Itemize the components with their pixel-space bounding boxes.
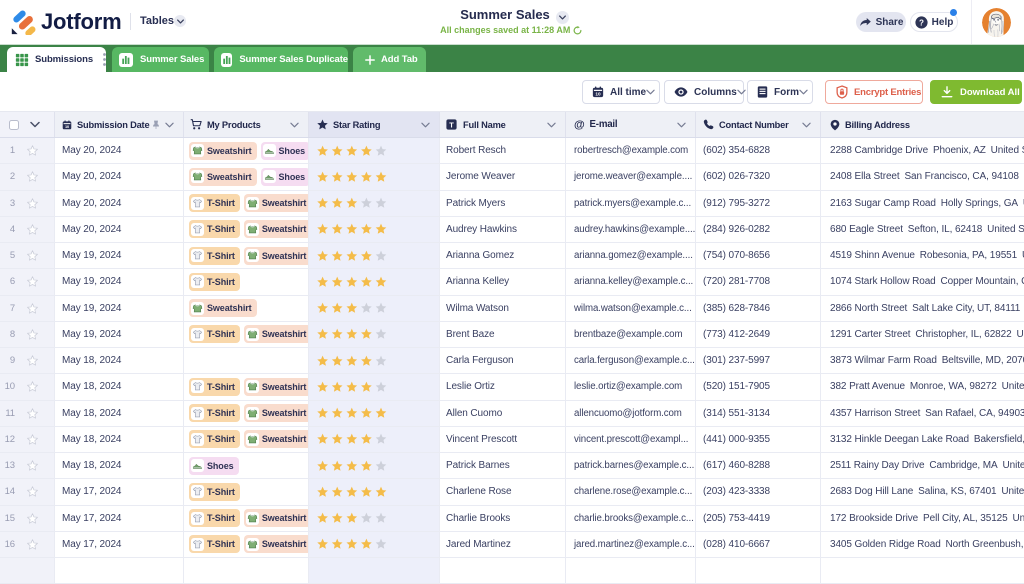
svg-text:?: ? — [919, 18, 924, 27]
svg-text:T: T — [449, 120, 454, 129]
svg-text:10: 10 — [595, 92, 601, 97]
